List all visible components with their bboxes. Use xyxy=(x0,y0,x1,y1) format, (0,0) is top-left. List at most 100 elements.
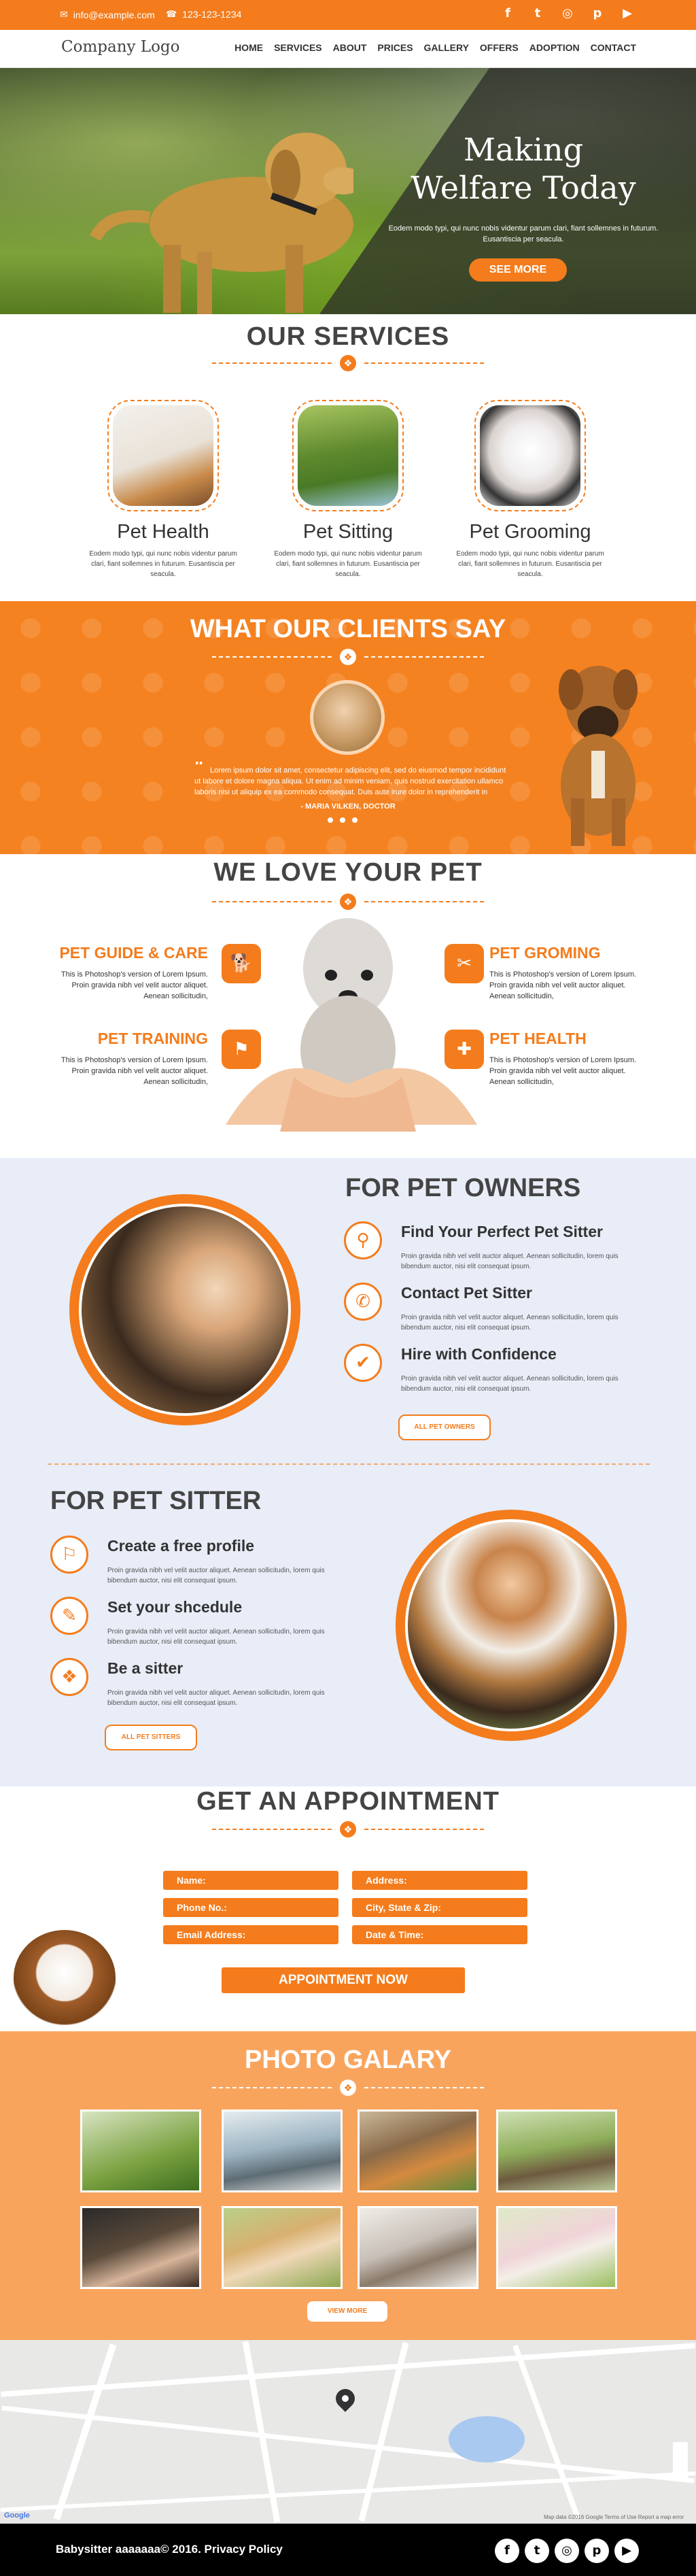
sitter-photo-frame xyxy=(396,1510,627,1741)
map-pin-icon[interactable] xyxy=(332,2385,359,2412)
quote-icon: “ xyxy=(194,762,205,777)
gallery-thumb[interactable] xyxy=(496,2109,617,2192)
dog-walk-icon: 🐕 xyxy=(222,944,261,983)
location-map[interactable]: Google Map data ©2016 Google Terms of Us… xyxy=(0,2340,696,2524)
google-logo: Google xyxy=(4,2511,30,2520)
testimonial-title: WHAT OUR CLIENTS SAY xyxy=(190,615,506,643)
sitter-title: FOR PET SITTER xyxy=(50,1487,262,1515)
feature-title: PET HEALTH xyxy=(489,1030,587,1047)
section-divider: ❖ xyxy=(212,355,484,371)
name-field[interactable]: Name: xyxy=(163,1871,338,1890)
sitter-with-dogs-image xyxy=(405,1519,617,1731)
section-divider: ❖ xyxy=(212,1821,484,1837)
nav-menu: HOME SERVICES ABOUT PRICES GALLERY OFFER… xyxy=(234,42,636,53)
owner-with-dog-image xyxy=(79,1204,291,1416)
step-title: Find Your Perfect Pet Sitter xyxy=(401,1223,603,1240)
step-text: Proin gravida nibh vel velit auctor aliq… xyxy=(107,1628,325,1646)
address-field[interactable]: Address: xyxy=(352,1871,527,1890)
service-text: Eodem modo typi, qui nunc nobis videntur… xyxy=(274,550,422,578)
email-text: info@example.com xyxy=(73,9,155,20)
map-lake xyxy=(449,2416,525,2462)
phone-field[interactable]: Phone No.: xyxy=(163,1898,338,1917)
step-text: Proin gravida nibh vel velit auctor aliq… xyxy=(107,1689,325,1707)
facebook-icon[interactable]: f xyxy=(500,5,515,20)
youtube-icon[interactable]: ▶ xyxy=(614,2539,639,2563)
gallery-thumb[interactable] xyxy=(358,2109,478,2192)
gallery-thumb[interactable] xyxy=(496,2206,617,2289)
service-name: Pet Sitting xyxy=(302,521,394,543)
feature-title: PET TRAINING xyxy=(97,1030,208,1047)
owner-photo-frame xyxy=(69,1194,300,1425)
service-text: Eodem modo typi, qui nunc nobis videntur… xyxy=(89,550,237,578)
scissors-icon: ✂ xyxy=(445,944,484,983)
search-icon: ⚲ xyxy=(344,1221,382,1259)
step-title: Contact Pet Sitter xyxy=(401,1284,532,1302)
gallery-thumb[interactable] xyxy=(80,2206,201,2289)
testimonial-section: WHAT OUR CLIENTS SAY ❖ “Lorem ipsum dolo… xyxy=(0,601,696,854)
paw-icon: ❖ xyxy=(340,1821,356,1837)
feature-title: PET GUIDE & CARE xyxy=(59,944,208,962)
client-avatar xyxy=(310,680,385,755)
feature-groming: ✂ PET GROMING This is Photoshop's versio… xyxy=(445,944,666,1002)
service-card-health[interactable]: Pet Health Eodem modo typi, qui nunc nob… xyxy=(78,400,248,579)
email-contact[interactable]: ✉ info@example.com xyxy=(60,9,155,20)
see-more-button[interactable]: SEE MORE xyxy=(469,258,567,282)
hero-title: Making Welfare Today xyxy=(411,131,636,206)
phone-icon: ✆ xyxy=(344,1283,382,1321)
step-title: Be a sitter xyxy=(107,1659,184,1677)
gallery-thumb[interactable] xyxy=(358,2206,478,2289)
appointment-now-button[interactable]: APPOINTMENT NOW xyxy=(222,1967,465,1993)
owners-title: FOR PET OWNERS xyxy=(345,1174,581,1202)
nav-item-adoption[interactable]: ADOPTION xyxy=(529,42,580,53)
phone-contact[interactable]: ☎ 123-123-1234 xyxy=(166,9,241,20)
city-state-zip-field[interactable]: City, State & Zip: xyxy=(352,1898,527,1917)
gallery-thumb[interactable] xyxy=(222,2206,343,2289)
nav-item-gallery[interactable]: GALLERY xyxy=(424,42,469,53)
love-title: WE LOVE YOUR PET xyxy=(213,858,483,887)
all-pet-sitters-button[interactable]: ALL PET SITTERS xyxy=(105,1725,197,1750)
service-card-sitting[interactable]: Pet Sitting Eodem modo typi, qui nunc no… xyxy=(263,400,433,579)
copyright-text: Babysitter aaaaaaa© 2016. Privacy Policy xyxy=(56,2543,283,2556)
all-pet-owners-button[interactable]: ALL PET OWNERS xyxy=(398,1414,491,1440)
step-text: Proin gravida nibh vel velit auctor aliq… xyxy=(107,1567,325,1584)
social-links: f t ◎ p ▶ xyxy=(500,5,635,20)
youtube-icon[interactable]: ▶ xyxy=(620,5,635,20)
nav-item-prices[interactable]: PRICES xyxy=(377,42,413,53)
company-logo[interactable]: Company Logo xyxy=(61,38,180,56)
golden-retriever-image xyxy=(89,133,353,314)
facebook-icon[interactable]: f xyxy=(495,2539,519,2563)
email-field[interactable]: Email Address: xyxy=(163,1925,338,1944)
gallery-thumb[interactable] xyxy=(80,2109,201,2192)
profile-flag-icon: ⚐ xyxy=(50,1536,88,1574)
nav-item-services[interactable]: SERVICES xyxy=(274,42,322,53)
instagram-icon[interactable]: ◎ xyxy=(560,5,575,20)
feature-text: This is Photoshop's version of Lorem Ips… xyxy=(489,970,637,1000)
appointment-title: GET AN APPOINTMENT xyxy=(196,1787,500,1816)
nav-item-home[interactable]: HOME xyxy=(234,42,263,53)
pinterest-icon[interactable]: p xyxy=(585,2539,609,2563)
service-card-grooming[interactable]: Pet Grooming Eodem modo typi, qui nunc n… xyxy=(445,400,615,579)
nav-item-offers[interactable]: OFFERS xyxy=(480,42,519,53)
map-attribution[interactable]: Map data ©2016 Google Terms of Use Repor… xyxy=(544,2514,684,2520)
nav-item-contact[interactable]: CONTACT xyxy=(591,42,636,53)
twitter-icon[interactable]: t xyxy=(530,5,545,20)
service-name: Pet Health xyxy=(117,521,209,543)
instagram-icon[interactable]: ◎ xyxy=(555,2539,579,2563)
hero-banner: Making Welfare Today Eodem modo typi, qui… xyxy=(0,68,696,314)
paw-icon: ❖ xyxy=(340,2080,356,2096)
pinterest-icon[interactable]: p xyxy=(590,5,605,20)
nav-item-about[interactable]: ABOUT xyxy=(333,42,367,53)
section-divider: ❖ xyxy=(212,649,484,665)
step-text: Proin gravida nibh vel velit auctor aliq… xyxy=(401,1314,619,1332)
footer: Babysitter aaaaaaa© 2016. Privacy Policy… xyxy=(0,2524,696,2576)
map-zoom-controls[interactable] xyxy=(673,2442,688,2480)
feature-health: ✚ PET HEALTH This is Photoshop's version… xyxy=(445,1030,666,1087)
date-time-field[interactable]: Date & Time: xyxy=(352,1925,527,1944)
carousel-dots[interactable] xyxy=(328,817,358,823)
feature-title: PET GROMING xyxy=(489,944,601,962)
view-more-button[interactable]: VIEW MORE xyxy=(307,2301,387,2322)
gallery-thumb[interactable] xyxy=(222,2109,343,2192)
hero-text: Eodem modo typi, qui nunc nobis videntur… xyxy=(388,224,659,243)
twitter-icon[interactable]: t xyxy=(525,2539,549,2563)
section-separator xyxy=(48,1463,650,1465)
